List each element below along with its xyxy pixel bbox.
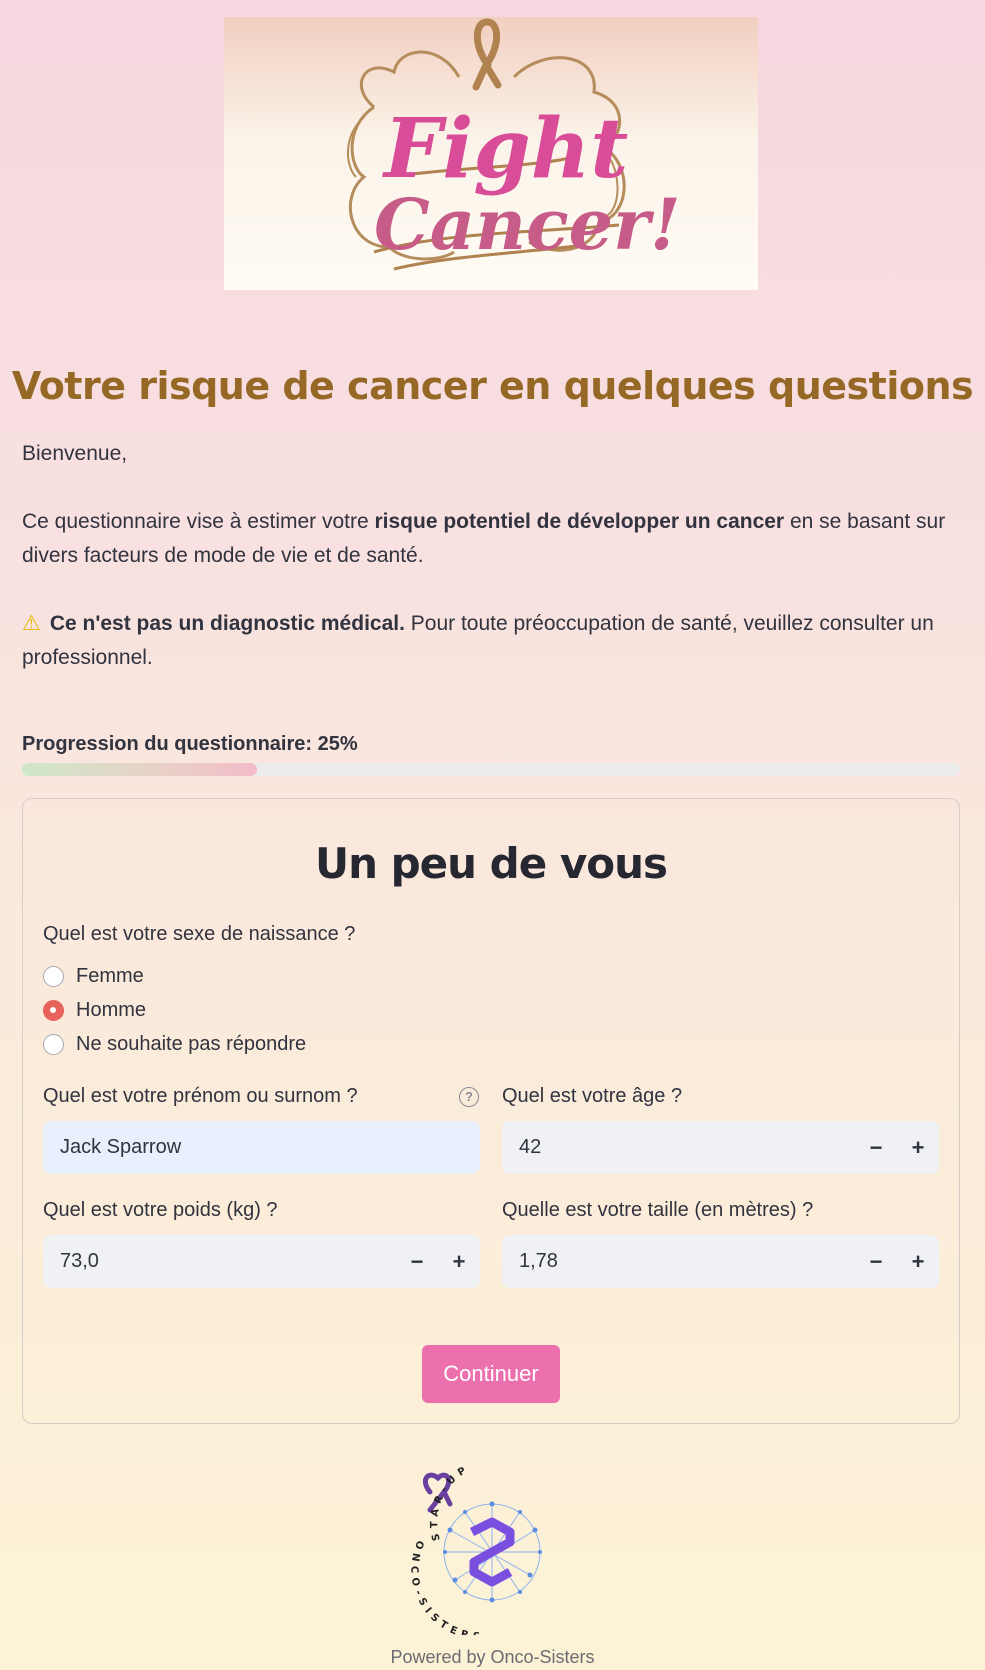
height-increment-button[interactable]: + [897,1235,939,1288]
intro-text-bold: risque potentiel de développer un cancer [374,510,785,533]
age-decrement-button[interactable]: − [855,1121,897,1174]
section-title: Un peu de vous [314,839,668,888]
name-input[interactable] [43,1121,480,1174]
weight-increment-button[interactable]: + [438,1235,480,1288]
fight-cancer-logo: Fight Cancer! [346,18,681,271]
radio-option-homme[interactable]: Homme [43,996,146,1024]
sex-question-label: Quel est votre sexe de naissance ? [43,923,356,945]
warning-paragraph: ⚠ Ce n'est pas un diagnostic médical. Po… [22,607,957,675]
name-field[interactable] [43,1121,480,1174]
questionnaire-form: Un peu de vous Quel est votre sexe de na… [22,798,960,1424]
progress-bar [22,763,960,776]
logo-bottom-text: ONCO-SISTERS [410,1539,485,1635]
name-question-label: Quel est votre prénom ou surnom ? [43,1085,358,1107]
radio-label: Homme [76,998,147,1021]
onco-sisters-logo: STAR-UP ONCO-SISTERS [410,1463,542,1635]
age-increment-button[interactable]: + [897,1121,939,1174]
page-title: Votre risque de cancer en quelques quest… [11,364,974,408]
greeting-text: Bienvenue, [22,442,128,465]
radio-option-femme[interactable]: Femme [43,962,144,990]
help-icon[interactable]: ? [459,1087,479,1107]
weight-stepper[interactable]: − + [43,1235,480,1288]
fight-cancer-banner: Fight Cancer! [224,17,758,290]
weight-question-label: Quel est votre poids (kg) ? [43,1199,278,1221]
age-input[interactable] [502,1121,855,1174]
logo-cancer-text: Cancer! [374,183,681,266]
warning-icon: ⚠ [22,612,41,635]
intro-paragraph: Ce questionnaire vise à estimer votre ri… [22,505,957,573]
weight-decrement-button[interactable]: − [396,1235,438,1288]
continue-button[interactable]: Continuer [422,1345,560,1403]
radio-button-selected[interactable] [43,999,64,1021]
progress-label: Progression du questionnaire: 25% [22,733,358,755]
radio-label: Femme [76,964,144,987]
height-question-label: Quelle est votre taille (en mètres) ? [502,1199,814,1221]
radio-button[interactable] [43,1033,64,1055]
warning-bold: Ce n'est pas un diagnostic médical. [49,612,405,635]
intro-text-start: Ce questionnaire vise à estimer votre [22,510,375,533]
age-question-label: Quel est votre âge ? [502,1085,683,1107]
radio-label: Ne souhaite pas répondre [76,1032,307,1055]
height-stepper[interactable]: − + [502,1235,939,1288]
height-decrement-button[interactable]: − [855,1235,897,1288]
radio-button[interactable] [43,965,64,987]
weight-input[interactable] [43,1235,396,1288]
powered-by-text: Powered by Onco-Sisters [390,1647,595,1667]
height-input[interactable] [502,1235,855,1288]
age-stepper[interactable]: − + [502,1121,939,1174]
radio-option-no-answer[interactable]: Ne souhaite pas répondre [43,1030,306,1058]
progress-bar-fill [22,763,257,776]
